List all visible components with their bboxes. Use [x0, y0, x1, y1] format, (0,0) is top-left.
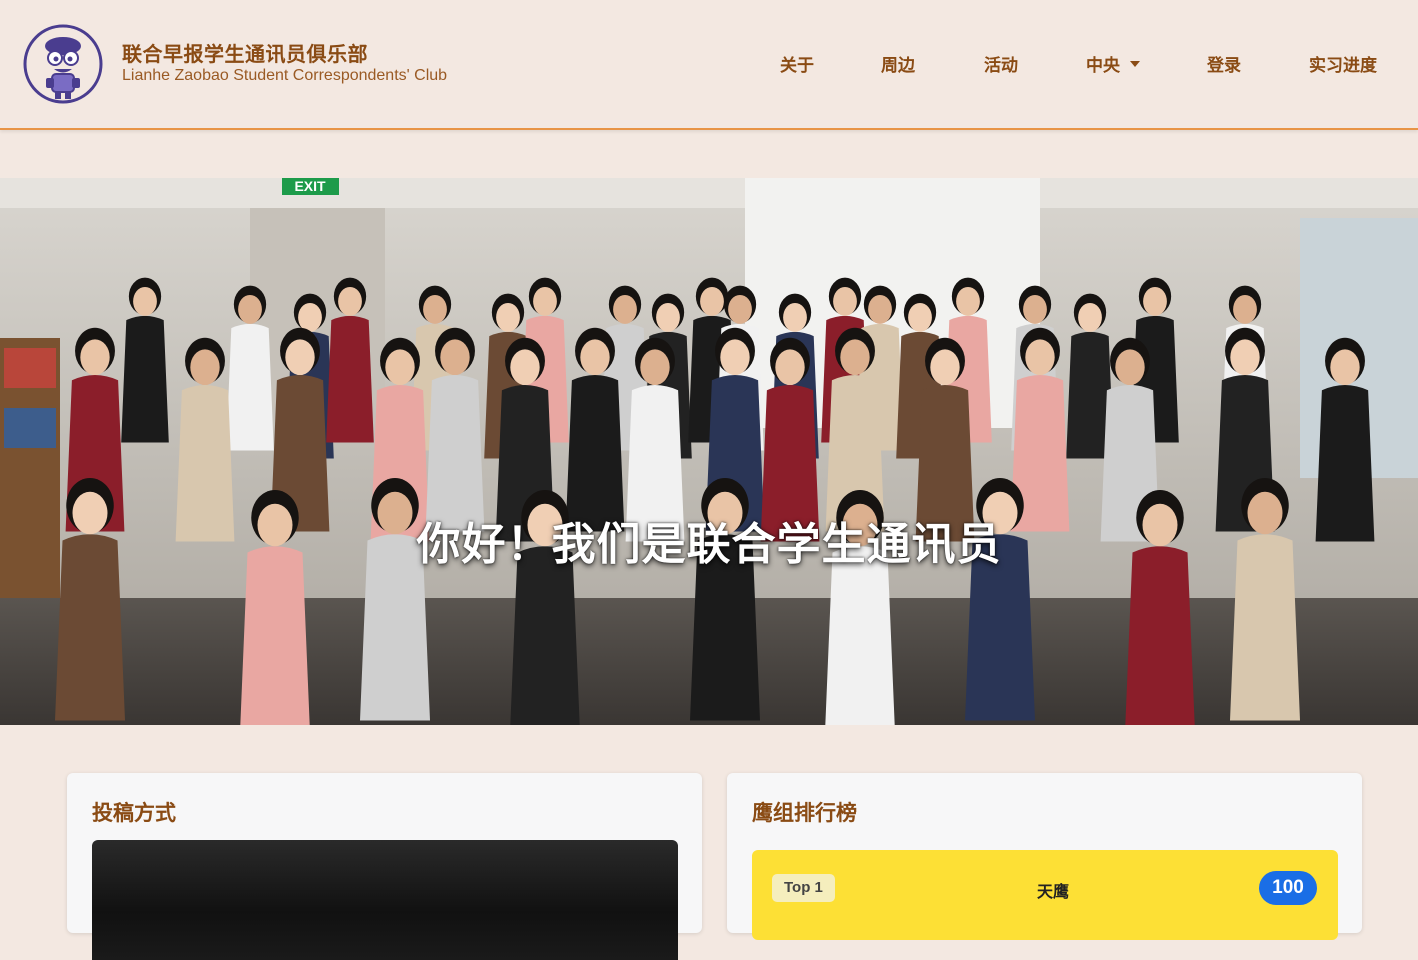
person-face — [930, 349, 960, 386]
person-face — [533, 286, 557, 316]
person-face — [908, 302, 932, 332]
person-face — [580, 339, 610, 376]
person-face — [238, 294, 262, 324]
person-face — [1115, 349, 1145, 386]
person-face — [190, 349, 220, 386]
leaderboard-card-title: 鹰组排行榜 — [752, 801, 857, 825]
hero-banner: EXIT 你好！我们是联合学生通讯员 — [0, 178, 1418, 725]
person-face — [833, 286, 857, 316]
submission-video[interactable] — [92, 840, 678, 960]
submission-card: 投稿方式 — [67, 773, 702, 960]
person-face — [956, 286, 980, 316]
submission-card-title: 投稿方式 — [92, 801, 176, 825]
nav-surroundings[interactable]: 周边 — [881, 51, 915, 76]
exit-sign: EXIT — [294, 178, 326, 194]
person-body — [510, 546, 580, 725]
person-body — [226, 323, 274, 451]
nav-central-dropdown[interactable]: 中央 — [1086, 51, 1140, 76]
site-subtitle[interactable]: Lianhe Zaobao Student Correspondents' Cl… — [122, 67, 447, 85]
person-face — [510, 349, 540, 386]
person-body — [121, 315, 169, 443]
person-face — [1078, 302, 1102, 332]
person-body — [1125, 546, 1195, 725]
person-face — [423, 294, 447, 324]
nav-central-label: 中央 — [1086, 56, 1120, 76]
person-face — [656, 302, 680, 332]
person-face — [385, 349, 415, 386]
person-face — [720, 339, 750, 376]
person-face — [1233, 294, 1257, 324]
person-face — [1230, 339, 1260, 376]
person-face — [868, 294, 892, 324]
nav-events[interactable]: 活动 — [984, 51, 1018, 76]
nav-progress[interactable]: 实习进度 — [1309, 51, 1377, 76]
group-photo: EXIT — [0, 178, 1418, 725]
leaderboard-entry[interactable]: Top 1 天鹰 100 — [752, 850, 1338, 940]
person-face — [700, 286, 724, 316]
nav-login[interactable]: 登录 — [1207, 51, 1241, 76]
hero-title: 你好！我们是联合学生通讯员 — [416, 519, 1002, 570]
leaderboard-card: 鹰组排行榜 Top 1 天鹰 100 — [727, 773, 1362, 940]
person-face — [1025, 339, 1055, 376]
person-face — [338, 286, 362, 316]
person-face — [775, 349, 805, 386]
rank-score-badge: 100 — [1259, 871, 1317, 905]
person-face — [1023, 294, 1047, 324]
person-face — [1143, 286, 1167, 316]
site-header: 联合早报学生通讯员俱乐部 Lianhe Zaobao Student Corre… — [0, 0, 1418, 130]
person-body — [240, 546, 310, 725]
mascot-logo-icon[interactable] — [22, 22, 104, 106]
person-face — [613, 294, 637, 324]
person-face — [1330, 349, 1360, 386]
rank-team-name: 天鹰 — [1037, 882, 1070, 901]
nav-about[interactable]: 关于 — [780, 51, 814, 76]
person-face — [728, 294, 752, 324]
person-face — [440, 339, 470, 376]
site-title[interactable]: 联合早报学生通讯员俱乐部 — [122, 38, 368, 67]
person-face — [285, 339, 315, 376]
person-body — [326, 315, 374, 443]
person-body — [825, 546, 895, 725]
person-face — [640, 349, 670, 386]
person-face — [496, 302, 520, 332]
rank-badge: Top 1 — [772, 874, 835, 902]
person-face — [80, 339, 110, 376]
person-face — [133, 286, 157, 316]
chevron-down-icon — [1130, 61, 1140, 67]
person-face — [298, 302, 322, 332]
person-face — [840, 339, 870, 376]
person-face — [783, 302, 807, 332]
